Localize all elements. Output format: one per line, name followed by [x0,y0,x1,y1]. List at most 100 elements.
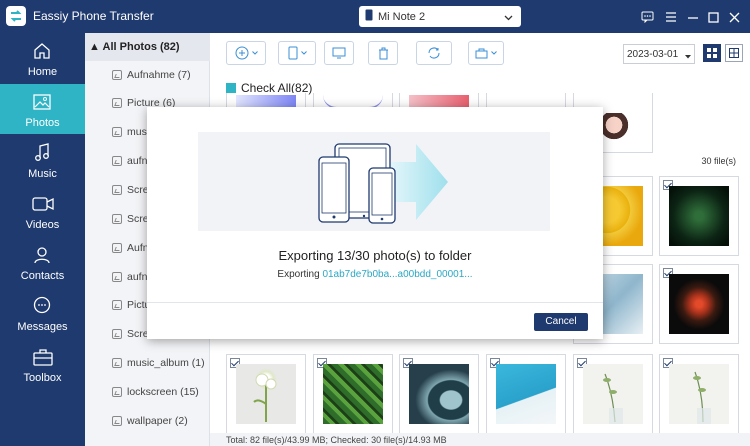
photo-thumbnail[interactable] [399,354,479,434]
album-label: music_album (1) [127,357,205,369]
messages-icon [33,296,51,314]
toolbox-icon [33,349,53,366]
album-item[interactable]: music_album (1) [112,355,205,371]
export-current-filename: 01ab7de7b0ba...a00bdd_00001... [322,269,473,280]
app-title: Eassiy Phone Transfer [33,9,154,23]
photos-icon [33,94,51,110]
nav-label: Photos [25,117,60,129]
nav-label: Toolbox [23,372,62,384]
contacts-icon [34,247,50,264]
home-icon [34,43,50,59]
refresh-button[interactable] [416,41,452,65]
album-label: Aufnahme (7) [127,69,191,81]
close-icon[interactable] [727,10,741,24]
toolbox-icon [475,48,488,58]
album-all-label: All Photos (82) [102,41,180,53]
device-selector[interactable]: Mi Note 2 [359,6,521,27]
export-progress-dialog: Exporting 13/30 photo(s) to folder Expor… [147,107,603,339]
photo-image [669,364,729,424]
group-file-count: 30 file(s) [701,156,736,166]
large-grid-view-button[interactable] [725,44,743,62]
status-bar: Total: 82 file(s)/43.99 MB; Checked: 30 … [210,433,750,446]
chevron-down-icon [685,51,691,62]
toolbar: 2023-03-01 [210,33,750,71]
add-button[interactable] [226,41,266,65]
app-logo-icon [6,6,26,26]
export-progress-title: Exporting 13/30 photo(s) to folder [278,248,472,263]
feedback-icon[interactable] [640,10,654,24]
nav-item-videos[interactable]: Videos [0,186,85,236]
phone-export-icon [288,46,297,60]
add-icon [235,46,248,60]
album-all-photos[interactable]: ▲ All Photos (82) [85,33,210,61]
nav-item-toolbox[interactable]: Toolbox [0,339,85,389]
sidebar: Home Photos Music Videos Contacts Messag… [0,33,85,446]
photo-image [583,364,643,424]
phone-icon [365,9,373,24]
album-icon [112,387,122,397]
album-icon [112,214,122,224]
nav-label: Videos [25,219,60,231]
nav-item-photos[interactable]: Photos [0,84,85,134]
title-bar: Eassiy Phone Transfer Mi Note 2 [0,0,750,33]
chevron-down-icon [504,12,513,24]
toolbox-button[interactable] [468,41,504,65]
cancel-button[interactable]: Cancel [534,313,588,331]
album-item[interactable]: lockscreen (15) [112,384,199,400]
album-icon [112,300,122,310]
photo-thumbnail[interactable] [226,354,306,434]
photo-image [236,364,296,424]
dialog-divider [147,302,603,303]
delete-button[interactable] [368,41,398,65]
date-filter-select[interactable]: 2023-03-01 [623,44,695,64]
device-name: Mi Note 2 [378,10,426,23]
maximize-icon[interactable] [706,10,720,24]
album-label: lockscreen (15) [127,386,199,398]
photo-thumbnail[interactable] [573,354,653,434]
export-to-pc-button[interactable] [324,41,354,65]
photo-image [409,364,469,424]
check-all-checkbox[interactable] [226,83,236,93]
album-icon [112,98,122,108]
chevron-down-icon [491,51,497,55]
export-illustration [198,132,550,231]
photo-thumbnail[interactable] [659,264,739,344]
album-icon [112,243,122,253]
album-icon [112,272,122,282]
photo-thumbnail[interactable] [486,354,566,434]
nav-item-music[interactable]: Music [0,135,85,185]
nav-item-contacts[interactable]: Contacts [0,237,85,287]
computer-icon [332,47,346,59]
nav-item-home[interactable]: Home [0,33,85,83]
photo-image [323,364,383,424]
export-progress-detail: Exporting 01ab7de7b0ba...a00bdd_00001... [147,269,603,280]
export-to-device-button[interactable] [278,41,316,65]
date-value: 2023-03-01 [627,49,679,60]
photo-image [496,364,556,424]
nav-item-messages[interactable]: Messages [0,288,85,338]
photo-thumbnail[interactable] [313,354,393,434]
album-icon [112,70,122,80]
album-icon [112,127,122,137]
grid-icon [707,48,717,58]
grid-view-button[interactable] [703,44,721,62]
minimize-icon[interactable] [686,10,700,24]
photo-thumbnail[interactable] [659,354,739,434]
album-item[interactable]: wallpaper (2) [112,413,188,429]
photo-image [599,113,629,143]
videos-icon [32,197,54,211]
album-icon [112,416,122,426]
nav-label: Music [28,168,57,180]
photo-image [669,186,729,246]
nav-label: Home [27,66,58,78]
trash-icon [378,47,388,59]
refresh-icon [428,47,440,59]
chevron-down-icon [300,51,307,55]
menu-icon[interactable] [664,10,678,24]
album-item[interactable]: Aufnahme (7) [112,67,191,83]
nav-label: Contacts [20,270,65,282]
album-icon [112,329,122,339]
photo-thumbnail[interactable] [659,176,739,256]
export-progress-prefix: Exporting [277,269,320,280]
large-grid-icon [729,48,739,58]
